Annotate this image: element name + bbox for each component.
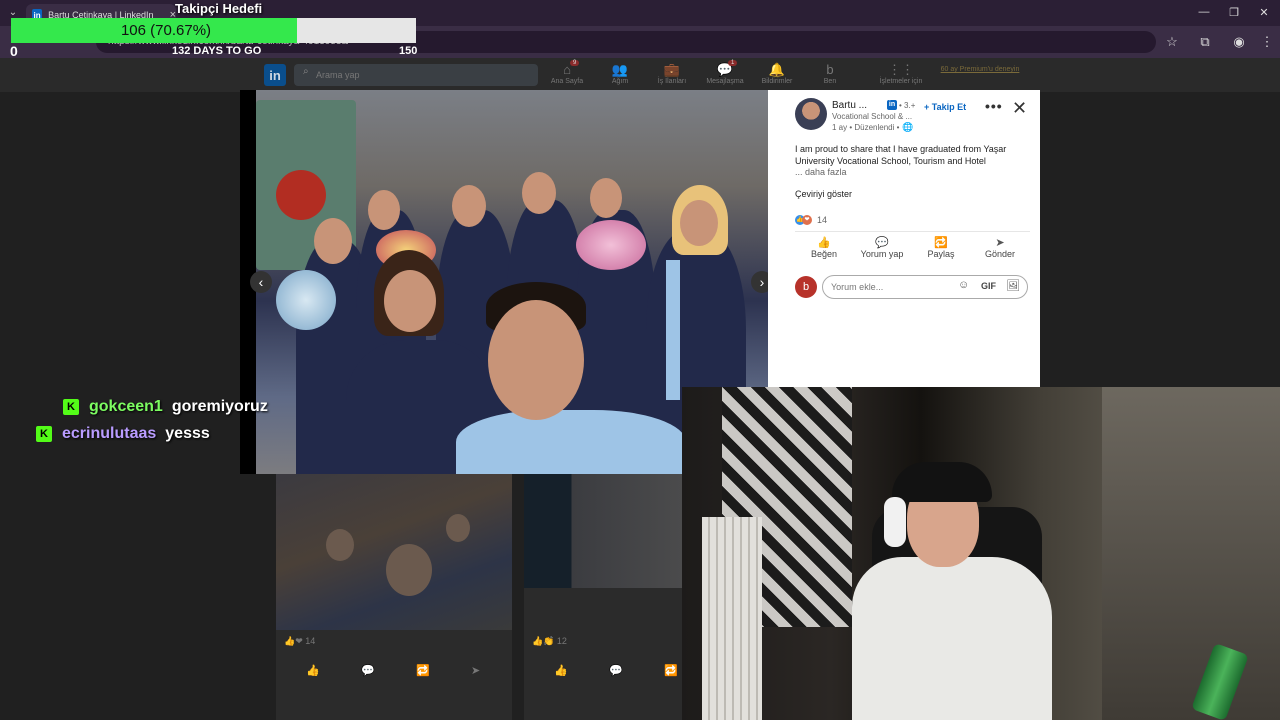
bg-repost-icon-2[interactable]: 🔁: [664, 664, 678, 677]
chat-text: goremiyoruz: [171, 398, 268, 415]
browser-menu-icon[interactable]: ⋮: [1258, 34, 1276, 50]
action-comment-button[interactable]: 💬 Yorum yap: [852, 236, 912, 259]
nav-item-label: İşletmeler için: [879, 78, 923, 85]
maximize-icon[interactable]: ❐: [1224, 6, 1244, 19]
follower-goal-days: 132 DAYS TO GO: [172, 45, 262, 57]
chat-username[interactable]: gokceen1: [89, 398, 163, 416]
comment-icon: 💬: [875, 237, 889, 249]
bg-like-icon[interactable]: 👍: [306, 664, 320, 677]
action-label: Beğen: [810, 249, 838, 259]
me-icon: b: [826, 62, 834, 77]
nav-badge: 9: [570, 60, 580, 66]
nav-item-0[interactable]: ⌂ Ana Sayfa 9: [542, 60, 592, 85]
nav-item-label: İş İlanları: [657, 78, 687, 85]
chat-username[interactable]: ecrinulutaas: [62, 425, 156, 443]
action-repost-button[interactable]: 🔁 Paylaş: [911, 236, 971, 259]
nav-item-3[interactable]: 💬 Mesajlaşma 1: [700, 60, 750, 85]
post-text: I am proud to share that I have graduate…: [795, 144, 1007, 166]
profile-icon[interactable]: ◉: [1230, 34, 1248, 50]
food-truck-sign: [276, 170, 326, 220]
action-send-button[interactable]: ➤ Gönder: [970, 236, 1030, 259]
kick-badge-icon: K: [36, 426, 52, 442]
action-label: Yorum yap: [860, 249, 904, 259]
reaction-count: 14: [817, 215, 828, 225]
connection-degree: • 3.+: [899, 101, 916, 110]
background-post-reactions: 👍❤ 14: [284, 636, 316, 646]
actions-divider: [795, 231, 1030, 232]
home-icon: ⌂: [563, 62, 571, 77]
nav-item-label: Ağım: [611, 78, 629, 85]
image-icon[interactable]: 🖼: [1006, 279, 1020, 292]
kick-badge-icon: K: [63, 399, 79, 415]
nav-badge: 1: [728, 60, 738, 66]
bg-like-icon-2[interactable]: 👍: [554, 664, 568, 677]
emoji-icon[interactable]: ☺: [958, 279, 969, 291]
premium-link[interactable]: 60 ay Premium'u deneyin: [940, 66, 1020, 73]
follower-goal-target: 150: [399, 45, 418, 57]
extensions-icon[interactable]: ⧉: [1196, 34, 1214, 50]
grid-icon: ⋮⋮: [888, 62, 914, 77]
nav-item-label: Ben: [823, 78, 837, 85]
linkedin-search-input[interactable]: Arama yap: [294, 64, 538, 86]
follower-goal-start: 0: [10, 43, 18, 59]
chat-message: Kecrinulutaas yesss: [36, 425, 210, 443]
see-more-link[interactable]: ... daha fazla: [795, 167, 847, 177]
search-icon: ⌕: [303, 66, 309, 77]
nav-item-label: Bildirimler: [761, 78, 793, 85]
bell-icon: 🔔: [768, 62, 786, 77]
window-close-icon[interactable]: ✕: [1254, 6, 1274, 19]
network-icon: 👥: [611, 62, 629, 77]
author-headline: Vocational School & ...: [832, 112, 913, 121]
action-label: Gönder: [984, 249, 1016, 259]
previous-photo-button[interactable]: ‹: [250, 271, 272, 293]
jobs-icon: 💼: [663, 62, 681, 77]
like-icon: 👍: [817, 237, 831, 249]
bg-repost-icon[interactable]: 🔁: [416, 664, 430, 677]
comment-input[interactable]: Yorum ekle...: [822, 275, 1028, 299]
webcam-feed: [682, 387, 1280, 720]
author-name[interactable]: Bartu ...: [832, 100, 867, 111]
background-post-photo-2: [524, 474, 682, 588]
nav-item-2[interactable]: 💼 İş İlanları: [647, 62, 697, 85]
nav-item-label: Mesajlaşma: [706, 78, 744, 85]
background-post-reactions-2: 👍👏 12: [532, 636, 567, 646]
more-options-icon[interactable]: •••: [985, 98, 1003, 114]
follow-button[interactable]: + Takip Et: [924, 102, 966, 112]
reactions-summary[interactable]: 👍 ❤ 14: [795, 215, 827, 225]
author-avatar[interactable]: [795, 98, 827, 130]
globe-icon: 🌐: [902, 122, 914, 132]
show-translation-link[interactable]: Çeviriyi göster: [795, 189, 852, 199]
nav-item-6[interactable]: ⋮⋮ İşletmeler için: [876, 62, 926, 85]
linkedin-logo[interactable]: in: [264, 64, 286, 86]
linkedin-premium-icon: in: [887, 100, 897, 110]
action-like-button[interactable]: 👍 Beğen: [794, 236, 854, 259]
nav-item-4[interactable]: 🔔 Bildirimler: [752, 62, 802, 85]
messaging-icon: 💬: [716, 62, 734, 77]
post-timestamp: 1 ay • Düzenlendi •: [832, 123, 900, 132]
close-modal-icon[interactable]: ✕: [1012, 98, 1027, 119]
minimize-icon[interactable]: —: [1194, 6, 1214, 18]
chat-message: Kgokceen1 goremiyoruz: [63, 398, 268, 416]
bookmark-star-icon[interactable]: ☆: [1163, 34, 1181, 50]
bg-comment-icon[interactable]: 💬: [361, 664, 375, 677]
commenter-avatar: b: [795, 276, 817, 298]
chat-text: yesss: [165, 425, 210, 442]
gif-button[interactable]: GIF: [981, 281, 996, 291]
bg-comment-icon-2[interactable]: 💬: [609, 664, 623, 677]
nav-item-1[interactable]: 👥 Ağım: [595, 62, 645, 85]
love-reaction-icon: ❤: [802, 215, 812, 225]
action-label: Paylaş: [927, 249, 955, 259]
follower-goal-bar: 106 (70.67%): [11, 18, 416, 43]
send-icon: ➤: [995, 237, 1005, 249]
background-post-photo: [276, 474, 512, 630]
nav-item-label: Ana Sayfa: [550, 78, 584, 85]
repost-icon: 🔁: [934, 237, 948, 249]
follower-goal-title: Takipçi Hedefi: [175, 1, 263, 16]
follower-goal-progress-text: 106 (70.67%): [120, 22, 212, 39]
bg-send-icon[interactable]: ➤: [471, 664, 480, 677]
nav-item-5[interactable]: b Ben: [805, 62, 855, 85]
